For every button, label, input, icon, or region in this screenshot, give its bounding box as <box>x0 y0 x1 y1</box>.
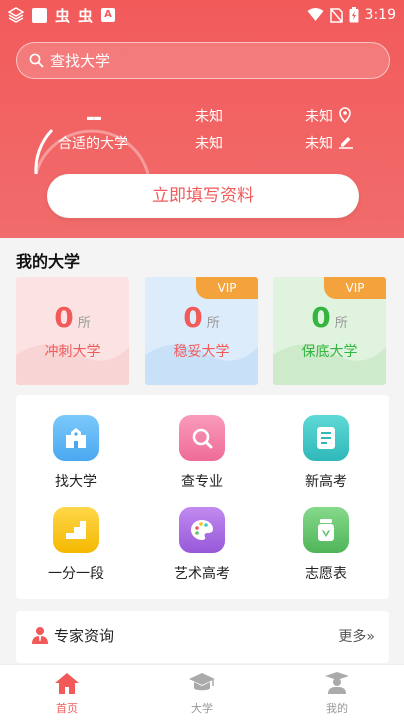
info-col1-row1: 未知 <box>195 109 223 125</box>
school-icon <box>53 415 99 461</box>
graduation-cap-icon <box>189 673 215 691</box>
status-bar: 虫 虫 A 3:19 <box>0 0 404 30</box>
expert-consultation-section: 专家资询 更多» <box>16 611 389 663</box>
vip-badge: VIP <box>324 277 386 299</box>
grid-item-label: 找大学 <box>55 474 97 490</box>
card-safety-universities[interactable]: VIP 0所 保底大学 <box>273 277 386 385</box>
grid-item-label: 新高考 <box>305 474 347 490</box>
grid-item-search-major[interactable]: 查专业 <box>152 415 252 491</box>
bottom-tab-bar: 首页 大学 我的 <box>0 664 404 720</box>
tab-label: 大学 <box>191 702 213 715</box>
grid-item-score-rank[interactable]: 一分一段 <box>26 507 126 583</box>
match-label: 合适的大学 <box>58 136 128 152</box>
grid-item-application-form[interactable]: 志愿表 <box>276 507 376 583</box>
info-col2-row1: 未知 <box>305 109 333 125</box>
card-name: 稳妥大学 <box>173 344 230 360</box>
no-sim-icon <box>329 7 343 23</box>
search-icon <box>29 53 44 68</box>
card-sprint-universities[interactable]: 0所 冲刺大学 <box>16 277 129 385</box>
notification-a-icon: A <box>101 8 116 22</box>
more-link[interactable]: 更多» <box>338 626 375 646</box>
magnifier-icon <box>179 415 225 461</box>
wifi-icon <box>307 8 324 21</box>
home-icon <box>55 673 79 694</box>
notification-square-icon <box>32 7 47 23</box>
match-score: -- <box>85 106 102 131</box>
info-col1-row2: 未知 <box>195 136 223 152</box>
app-notification-icon <box>8 7 24 23</box>
vip-badge: VIP <box>196 277 258 299</box>
grid-item-label: 一分一段 <box>48 566 104 582</box>
document-icon <box>303 415 349 461</box>
section-title-my-universities: 我的大学 <box>16 252 81 271</box>
notification-glyph-1: 虫 <box>55 6 71 25</box>
search-bar[interactable]: 查找大学 <box>16 42 390 79</box>
grid-item-art-gaokao[interactable]: 艺术高考 <box>152 507 252 583</box>
search-placeholder: 查找大学 <box>50 52 111 70</box>
edit-pencil-icon[interactable] <box>338 134 354 149</box>
jar-icon <box>303 507 349 553</box>
steps-icon <box>53 507 99 553</box>
feature-grid: 找大学 查专业 新高考 一分一段 艺术高考 志愿表 <box>16 395 389 599</box>
grid-item-label: 志愿表 <box>305 566 347 582</box>
info-col2-row2: 未知 <box>305 136 333 152</box>
grid-item-label: 艺术高考 <box>174 566 230 582</box>
profile-icon <box>325 672 349 694</box>
card-name: 冲刺大学 <box>44 344 101 360</box>
grid-item-find-university[interactable]: 找大学 <box>26 415 126 491</box>
card-safe-universities[interactable]: VIP 0所 稳妥大学 <box>145 277 258 385</box>
card-name: 保底大学 <box>301 344 358 360</box>
clock-time: 3:19 <box>364 7 396 23</box>
tab-label: 我的 <box>326 702 348 715</box>
tab-home[interactable]: 首页 <box>37 671 97 716</box>
card-count: 0所 <box>183 301 220 334</box>
card-count: 0所 <box>54 301 91 334</box>
grid-item-new-gaokao[interactable]: 新高考 <box>276 415 376 491</box>
notification-glyph-2: 虫 <box>78 6 94 25</box>
grid-item-label: 查专业 <box>181 474 223 490</box>
location-pin-icon[interactable] <box>339 107 351 123</box>
card-count: 0所 <box>311 301 348 334</box>
tab-university[interactable]: 大学 <box>172 671 232 716</box>
tab-profile[interactable]: 我的 <box>307 671 367 716</box>
expert-title: 专家资询 <box>54 627 115 645</box>
battery-icon <box>349 7 359 23</box>
palette-icon <box>179 507 225 553</box>
expert-person-icon <box>32 627 48 644</box>
tab-label: 首页 <box>56 702 78 715</box>
fill-profile-button[interactable]: 立即填写资料 <box>47 174 359 218</box>
